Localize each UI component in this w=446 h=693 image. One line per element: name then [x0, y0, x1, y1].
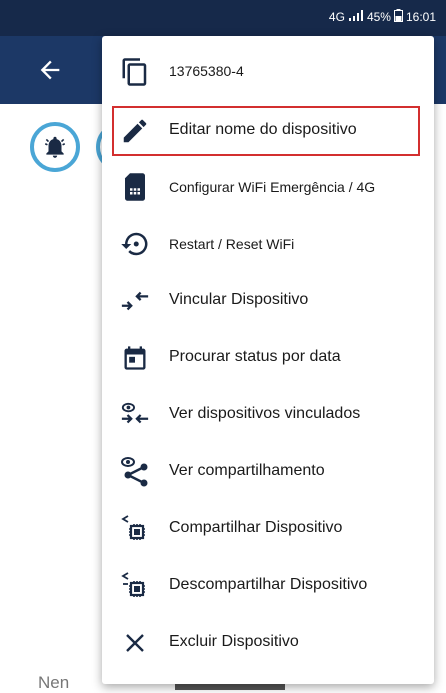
edit-name-label: Editar nome do dispositivo: [169, 121, 357, 138]
battery-icon: [393, 9, 403, 25]
share-chip-icon: [120, 514, 150, 544]
restore-icon: [120, 229, 150, 259]
view-share-icon: [120, 457, 150, 487]
menu-item-view-linked[interactable]: Ver dispositivos vinculados: [102, 386, 434, 442]
close-icon: [120, 628, 150, 658]
menu-item-link-device[interactable]: Vincular Dispositivo: [102, 272, 434, 328]
restart-reset-label: Restart / Reset WiFi: [169, 236, 295, 252]
alarm-button[interactable]: [30, 122, 80, 172]
back-button[interactable]: [36, 56, 64, 84]
menu-item-delete-device[interactable]: Excluir Dispositivo: [102, 614, 434, 670]
view-linked-icon: [120, 400, 150, 430]
status-by-date-label: Procurar status por data: [169, 348, 341, 365]
status-indicators: 4G 45% 16:01: [329, 9, 436, 25]
link-device-label: Vincular Dispositivo: [169, 291, 309, 308]
unshare-device-label: Descompartilhar Dispositivo: [169, 576, 368, 593]
menu-item-view-sharing[interactable]: Ver compartilhamento: [102, 443, 434, 499]
menu-item-edit-name[interactable]: Editar nome do dispositivo: [102, 102, 434, 158]
pencil-icon: [120, 116, 150, 146]
device-id-label: 13765380-4: [169, 63, 244, 79]
menu-item-restart-reset[interactable]: Restart / Reset WiFi: [102, 215, 434, 271]
unshare-chip-icon: [120, 571, 150, 601]
menu-item-configure-wifi[interactable]: Configurar WiFi Emergência / 4G: [102, 158, 434, 214]
network-indicator: 4G: [328, 10, 345, 24]
configure-wifi-label: Configurar WiFi Emergência / 4G: [169, 179, 376, 195]
link-arrows-icon: [120, 286, 150, 316]
background-text: Nen: [38, 673, 70, 692]
signal-icon: [348, 9, 364, 25]
device-options-menu: 13765380-4 Editar nome do dispositivo Co…: [102, 36, 434, 684]
view-linked-label: Ver dispositivos vinculados: [169, 405, 361, 422]
status-bar: 4G 45% 16:01: [0, 0, 446, 36]
sim-card-icon: [120, 172, 150, 202]
alarm-bell-icon: [44, 136, 66, 158]
share-device-label: Compartilhar Dispositivo: [169, 519, 343, 536]
view-sharing-label: Ver compartilhamento: [169, 462, 325, 479]
clock: 16:01: [405, 10, 436, 24]
copy-icon: [120, 57, 150, 87]
menu-item-unshare-device[interactable]: Descompartilhar Dispositivo: [102, 557, 434, 613]
menu-item-share-device[interactable]: Compartilhar Dispositivo: [102, 500, 434, 556]
delete-device-label: Excluir Dispositivo: [169, 633, 299, 650]
calendar-icon: [120, 343, 150, 373]
battery-level: 45%: [366, 10, 391, 24]
back-arrow-icon: [40, 60, 60, 80]
menu-item-device-id[interactable]: 13765380-4: [102, 43, 434, 99]
menu-item-status-by-date[interactable]: Procurar status por data: [102, 329, 434, 385]
